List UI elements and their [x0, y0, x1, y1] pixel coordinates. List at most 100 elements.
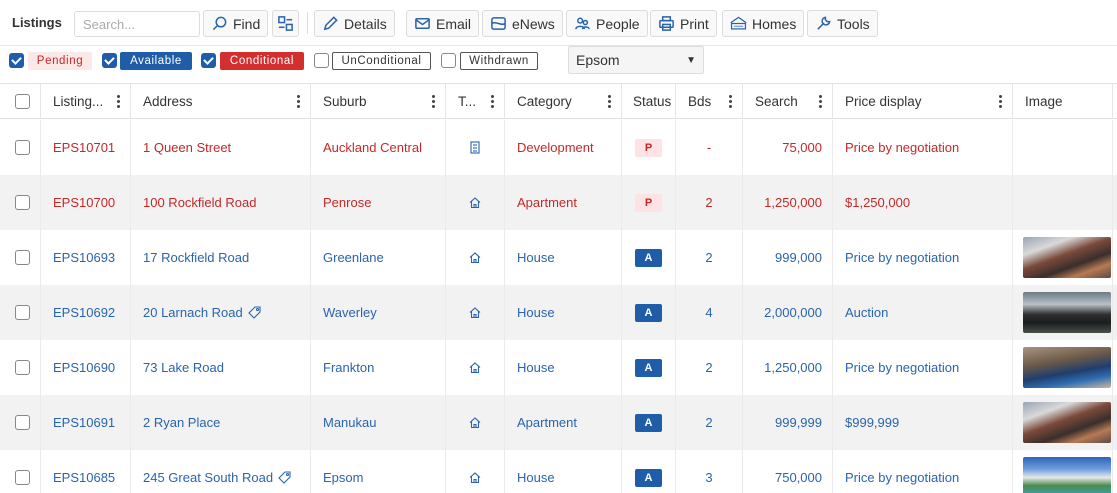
pending-filter-pill[interactable]: Pending [28, 52, 92, 70]
layout-toggle-button[interactable] [272, 10, 299, 37]
suburb: Auckland Central [323, 140, 422, 155]
apartment-photo[interactable] [1023, 237, 1111, 278]
suburb-cell: Frankton [311, 340, 446, 395]
enews-button[interactable]: eNews [482, 10, 563, 37]
address: 1 Queen Street [143, 140, 232, 155]
row-checkbox[interactable] [15, 360, 30, 375]
listing-id[interactable]: EPS10691 [53, 415, 115, 430]
listing-id[interactable]: EPS10693 [53, 250, 115, 265]
column-header-suburb[interactable]: Suburb [311, 84, 446, 119]
villa-pool-photo[interactable] [1023, 457, 1111, 493]
column-header-type[interactable]: T... [446, 84, 505, 119]
listing-id-cell: EPS10692 [41, 285, 131, 340]
tag-icon [247, 306, 261, 319]
address-cell: 73 Lake Road [131, 340, 311, 395]
homes-label: Homes [752, 15, 797, 32]
category-cell: Apartment [505, 175, 622, 230]
suburb-cell: Penrose [311, 175, 446, 230]
image-cell [1013, 285, 1113, 340]
row-select-cell [0, 395, 41, 450]
search-input[interactable] [74, 11, 200, 37]
conditional-filter-pill[interactable]: Conditional [220, 52, 304, 70]
row-checkbox[interactable] [15, 415, 30, 430]
modern-house-photo[interactable] [1023, 292, 1111, 333]
column-header-status[interactable]: Status [622, 84, 676, 119]
table-row[interactable]: EPS10692 20 Larnach Road Waverley House A 4 2,… [0, 285, 1117, 340]
print-button[interactable]: Print [650, 10, 717, 37]
column-header-beds[interactable]: Bds [676, 84, 743, 119]
column-menu-icon[interactable] [999, 95, 1002, 108]
address: 20 Larnach Road [143, 305, 243, 320]
available-filter-pill[interactable]: Available [120, 52, 192, 70]
withdrawn-filter-pill[interactable]: Withdrawn [460, 52, 538, 70]
column-menu-icon[interactable] [297, 95, 300, 108]
address: 2 Ryan Place [143, 415, 221, 430]
column-menu-icon[interactable] [491, 95, 494, 108]
table-row[interactable]: EPS10691 2 Ryan Place Manukau Apartment A 2 99… [0, 395, 1117, 450]
row-checkbox[interactable] [15, 470, 30, 485]
column-menu-icon[interactable] [432, 95, 435, 108]
table-row[interactable]: EPS10701 1 Queen Street Auckland Central De… [0, 120, 1117, 175]
status-cell: A [622, 230, 676, 285]
chevron-down-icon: ▼ [686, 54, 696, 66]
category: House [517, 305, 555, 320]
category-cell: House [505, 230, 622, 285]
column-menu-icon[interactable] [729, 95, 732, 108]
row-checkbox[interactable] [15, 305, 30, 320]
row-checkbox[interactable] [15, 250, 30, 265]
apartment-photo[interactable] [1023, 402, 1111, 443]
row-select-cell [0, 450, 41, 493]
status-badge: P [635, 138, 662, 157]
listing-id[interactable]: EPS10701 [53, 140, 115, 155]
column-header-image[interactable]: Image [1013, 84, 1113, 119]
address-cell: 17 Rockfield Road [131, 230, 311, 285]
column-header-price-display[interactable]: Price display [833, 84, 1013, 119]
table-row[interactable]: EPS10693 17 Rockfield Road Greenlane House A… [0, 230, 1117, 285]
find-button[interactable]: Find [203, 10, 269, 37]
column-header-listing[interactable]: Listing... [41, 84, 131, 119]
column-header-address[interactable]: Address [131, 84, 311, 119]
house-icon [469, 362, 481, 374]
column-menu-icon[interactable] [608, 95, 611, 108]
suburb-select[interactable]: Epsom ▼ [568, 46, 704, 74]
listing-id[interactable]: EPS10700 [53, 195, 115, 210]
select-all-checkbox[interactable] [15, 94, 30, 109]
unconditional-filter-pill[interactable]: UnConditional [332, 52, 431, 70]
unconditional-checkbox[interactable] [314, 53, 329, 68]
tools-button[interactable]: Tools [807, 10, 878, 37]
row-checkbox[interactable] [15, 140, 30, 155]
pending-checkbox[interactable] [9, 53, 24, 68]
image-cell [1013, 450, 1113, 493]
table-row[interactable]: EPS10685 245 Great South Road Epsom House A 3… [0, 450, 1117, 493]
address: 100 Rockfield Road [143, 195, 257, 210]
search-price: 999,000 [775, 250, 822, 265]
listing-id[interactable]: EPS10685 [53, 470, 115, 485]
withdrawn-checkbox[interactable] [441, 53, 456, 68]
status-cell: A [622, 450, 676, 493]
house-icon [469, 252, 481, 264]
column-header-search[interactable]: Search [743, 84, 833, 119]
conditional-checkbox[interactable] [201, 53, 216, 68]
category: Apartment [517, 415, 577, 430]
listing-id[interactable]: EPS10690 [53, 360, 115, 375]
suburb-cell: Epsom [311, 450, 446, 493]
table-row[interactable]: EPS10700 100 Rockfield Road Penrose Apartme… [0, 175, 1117, 230]
table-row[interactable]: EPS10690 73 Lake Road Frankton House A 2 1,250… [0, 340, 1117, 395]
pool-deck-photo[interactable] [1023, 347, 1111, 388]
column-header-category[interactable]: Category [505, 84, 622, 119]
search-price-cell: 999,000 [743, 230, 833, 285]
email-button[interactable]: Email [406, 10, 480, 37]
available-checkbox[interactable] [102, 53, 117, 68]
status-badge: P [635, 193, 662, 212]
people-button[interactable]: People [566, 10, 648, 37]
listing-id[interactable]: EPS10692 [53, 305, 115, 320]
row-select-cell [0, 175, 41, 230]
envelope-icon [415, 18, 430, 29]
homes-button[interactable]: Homes [722, 10, 805, 37]
price-display: Price by negotiation [845, 360, 960, 375]
row-checkbox[interactable] [15, 195, 30, 210]
column-menu-icon[interactable] [117, 95, 120, 108]
column-menu-icon[interactable] [819, 95, 822, 108]
details-button[interactable]: Details [314, 10, 395, 37]
category-cell: Development [505, 120, 622, 175]
